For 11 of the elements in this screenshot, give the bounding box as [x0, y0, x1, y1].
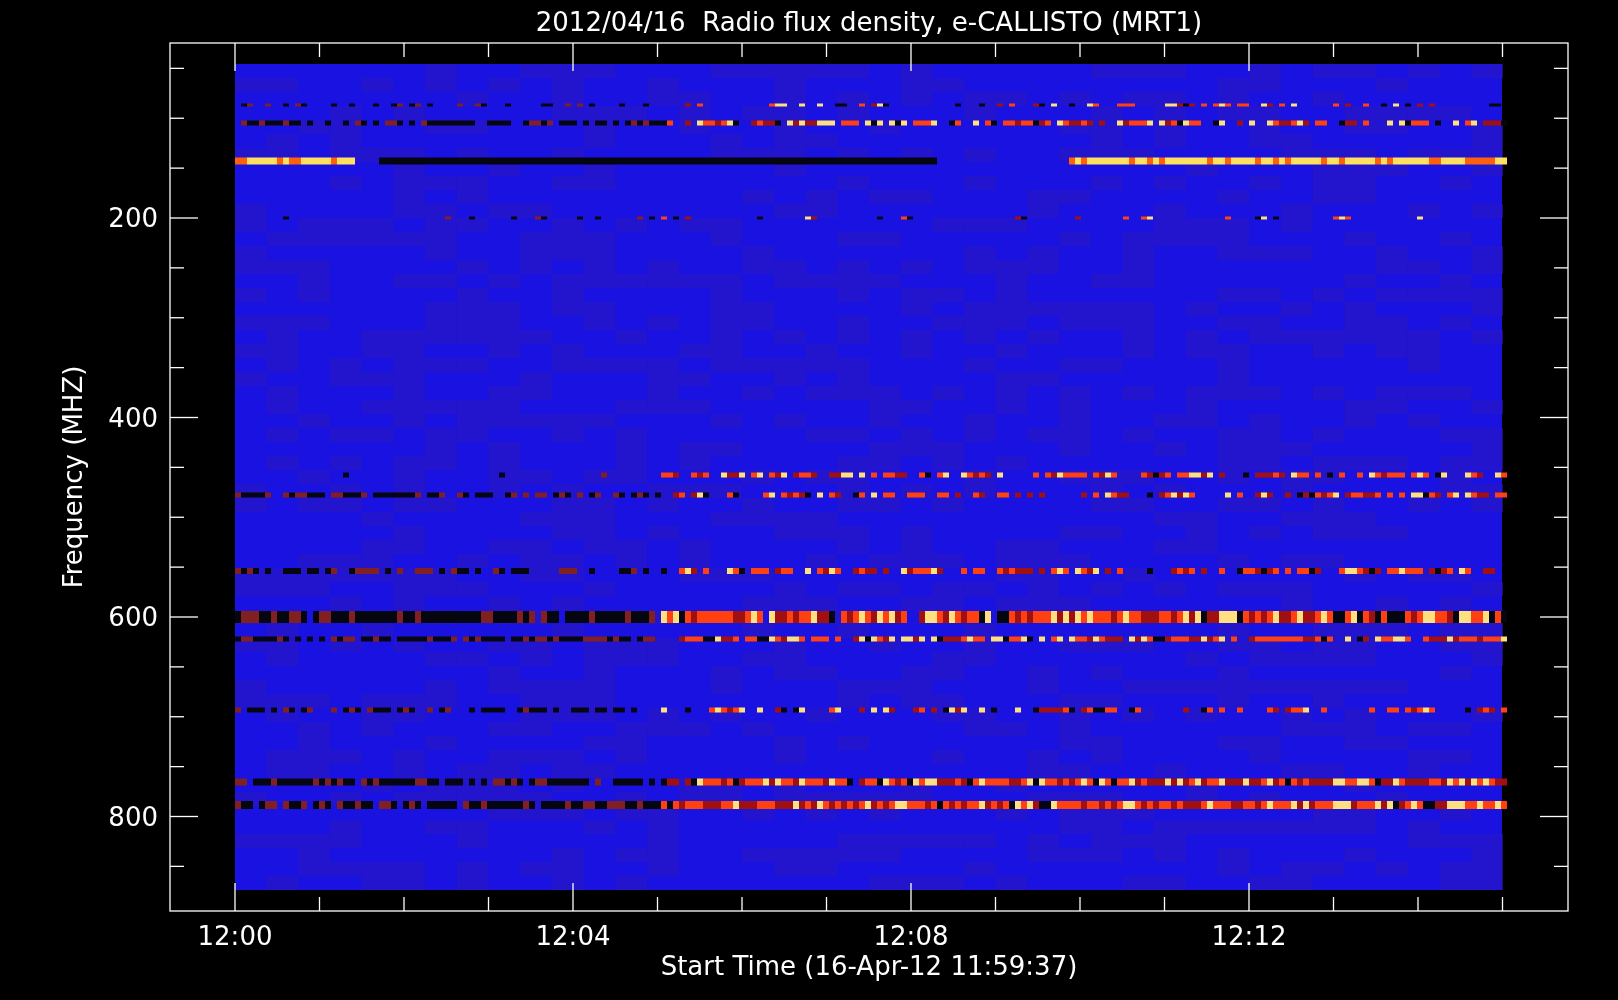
tick-label: 800 [108, 801, 158, 832]
chart-title: 2012/04/16 Radio flux density, e-CALLISTO (MRT1) [535, 7, 1203, 37]
axis-title: Frequency (MHZ) [58, 365, 88, 589]
tick-label: 12:12 [1211, 921, 1287, 951]
tick-label: 12:00 [197, 921, 273, 951]
tick-label: 12:08 [873, 921, 949, 951]
tick-label: 400 [108, 402, 158, 433]
tick-label: 600 [108, 602, 158, 632]
axis-title: Start Time (16-Apr-12 11:59:37) [660, 951, 1078, 981]
tick-label: 12:04 [535, 921, 611, 951]
tick-label: 200 [108, 203, 158, 233]
